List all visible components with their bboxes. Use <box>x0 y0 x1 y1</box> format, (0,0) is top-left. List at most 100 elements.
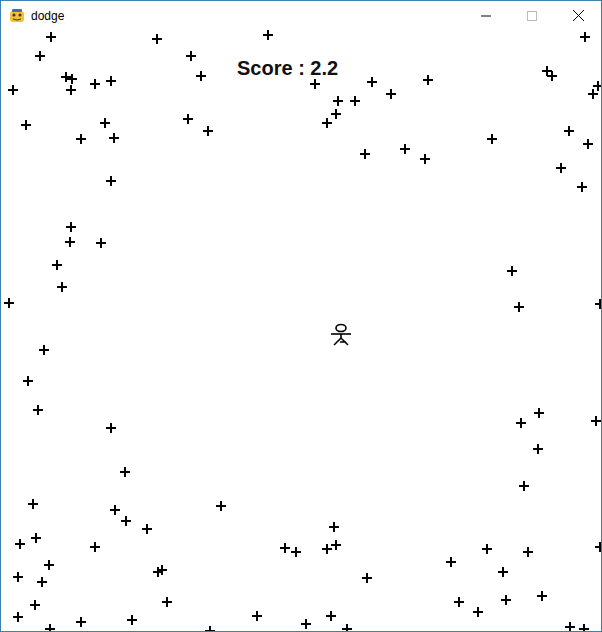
star-icon <box>386 89 396 99</box>
star-icon <box>21 120 31 130</box>
star-icon <box>593 81 601 91</box>
star-icon <box>157 565 167 575</box>
star-icon <box>423 75 433 85</box>
star-icon <box>76 617 86 627</box>
close-button[interactable] <box>555 1 601 30</box>
star-icon <box>595 542 601 552</box>
star-icon <box>564 126 574 136</box>
star-icon <box>542 66 552 76</box>
star-icon <box>96 238 106 248</box>
star-icon <box>121 516 131 526</box>
star-icon <box>15 539 25 549</box>
star-icon <box>534 408 544 418</box>
star-icon <box>52 260 62 270</box>
star-icon <box>580 32 590 42</box>
star-icon <box>106 76 116 86</box>
star-icon <box>591 416 601 426</box>
star-icon <box>252 611 262 621</box>
star-icon <box>588 89 598 99</box>
star-icon <box>523 547 533 557</box>
star-icon <box>498 567 508 577</box>
star-icon <box>333 96 343 106</box>
star-icon <box>507 266 517 276</box>
star-icon <box>127 615 137 625</box>
star-icon <box>350 96 360 106</box>
star-icon <box>152 34 162 44</box>
star-icon <box>362 573 372 583</box>
star-icon <box>446 557 456 567</box>
star-icon <box>326 611 336 621</box>
title-bar: dodge <box>1 1 601 30</box>
star-icon <box>76 134 86 144</box>
star-icon <box>331 540 341 550</box>
star-icon <box>400 144 410 154</box>
star-icon <box>33 405 43 415</box>
star-icon <box>322 544 332 554</box>
star-icon <box>216 501 226 511</box>
star-icon <box>100 118 110 128</box>
star-icon <box>110 505 120 515</box>
star-icon <box>109 133 119 143</box>
star-icon <box>106 423 116 433</box>
star-icon <box>454 597 464 607</box>
star-icon <box>487 134 497 144</box>
maximize-icon <box>527 11 537 21</box>
star-icon <box>473 607 483 617</box>
game-window: dodge Score : 2.2 <box>0 0 602 632</box>
star-icon <box>205 626 215 631</box>
star-icon <box>120 467 130 477</box>
star-icon <box>65 237 75 247</box>
close-icon <box>573 10 584 21</box>
star-icon <box>301 619 311 629</box>
star-icon <box>13 572 23 582</box>
star-icon <box>30 600 40 610</box>
player-icon <box>329 323 353 347</box>
star-icon <box>46 32 56 42</box>
star-icon <box>482 544 492 554</box>
star-icon <box>61 72 71 82</box>
star-icon <box>420 154 430 164</box>
star-icon <box>28 499 38 509</box>
star-icon <box>67 74 77 84</box>
star-icon <box>31 533 41 543</box>
star-icon <box>4 298 14 308</box>
star-icon <box>360 149 370 159</box>
star-icon <box>547 71 557 81</box>
minimize-icon <box>481 11 491 21</box>
maximize-button[interactable] <box>509 1 555 30</box>
star-icon <box>57 282 67 292</box>
star-icon <box>8 85 18 95</box>
star-icon <box>329 522 339 532</box>
star-icon <box>44 560 54 570</box>
star-icon <box>263 30 273 40</box>
star-icon <box>106 176 116 186</box>
star-icon <box>501 595 511 605</box>
minimize-button[interactable] <box>463 1 509 30</box>
star-icon <box>45 624 55 631</box>
star-icon <box>583 139 593 149</box>
star-icon <box>331 109 341 119</box>
star-icon <box>537 591 547 601</box>
star-icon <box>186 51 196 61</box>
star-icon <box>367 77 377 87</box>
star-icon <box>142 524 152 534</box>
star-icon <box>579 624 589 631</box>
star-icon <box>13 612 23 622</box>
star-icon <box>196 71 206 81</box>
star-icon <box>37 577 47 587</box>
star-icon <box>514 302 524 312</box>
star-icon <box>280 543 290 553</box>
star-icon <box>342 624 352 631</box>
game-canvas[interactable]: Score : 2.2 <box>1 30 601 631</box>
star-icon <box>183 114 193 124</box>
star-icon <box>533 444 543 454</box>
pygame-logo-icon <box>9 8 25 24</box>
star-icon <box>565 622 575 631</box>
star-icon <box>66 85 76 95</box>
star-icon <box>23 376 33 386</box>
window-title: dodge <box>31 7 64 25</box>
star-icon <box>519 481 529 491</box>
star-icon <box>291 547 301 557</box>
star-icon <box>39 345 49 355</box>
star-icon <box>203 126 213 136</box>
